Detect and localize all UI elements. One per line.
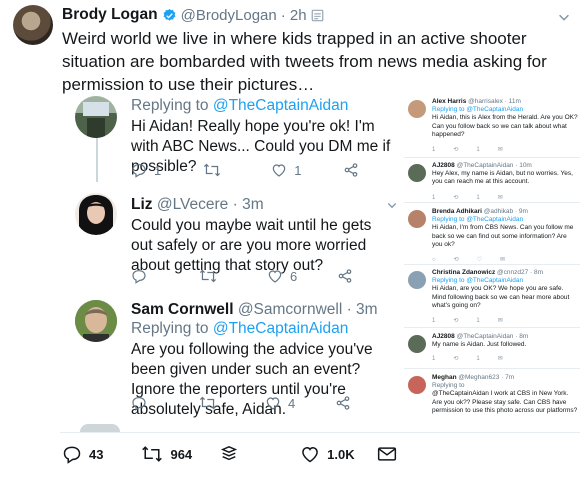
dm-button[interactable] xyxy=(220,444,238,464)
reply-count: 43 xyxy=(89,446,104,462)
mini-avatar xyxy=(408,164,426,182)
reply-header: Sam Cornwell @Samcornwell · 3m xyxy=(131,301,378,319)
like-count: 6 xyxy=(290,268,298,284)
like-button[interactable]: 4 xyxy=(265,395,295,411)
retweet-button[interactable] xyxy=(203,162,221,178)
verified-icon xyxy=(162,8,177,23)
reply-author-name[interactable]: Liz xyxy=(131,196,153,213)
reply-author-handle[interactable]: @LVecere xyxy=(157,196,228,213)
reply-icon xyxy=(131,395,147,411)
mini-avatar xyxy=(408,376,426,394)
reply-icon xyxy=(62,444,82,464)
reply-avatar xyxy=(80,424,120,432)
like-button[interactable]: 1.0K xyxy=(300,444,355,464)
replying-to-handle[interactable]: @TheCaptainAidan xyxy=(213,97,349,114)
envelope-icon xyxy=(377,445,397,463)
retweet-icon xyxy=(199,268,217,284)
divider xyxy=(404,157,580,158)
dm-icon xyxy=(220,444,238,464)
replying-to: Replying to @TheCaptainAidan xyxy=(131,320,349,337)
like-count: 1.0K xyxy=(327,446,355,462)
divider xyxy=(404,202,580,203)
reply-actions: 1 1 xyxy=(131,162,359,178)
reply-icon xyxy=(131,162,147,178)
author-avatar[interactable] xyxy=(13,5,53,45)
reply-time[interactable]: · 3m xyxy=(233,196,264,213)
retweet-button[interactable] xyxy=(199,395,217,411)
mini-avatar xyxy=(408,335,426,353)
author-handle[interactable]: @BrodyLogan xyxy=(181,7,277,24)
like-count: 4 xyxy=(288,395,296,411)
reply-actions: 6 xyxy=(131,268,353,284)
share-icon xyxy=(337,268,353,284)
retweet-button[interactable]: 964 xyxy=(141,444,192,464)
reply-icon xyxy=(131,268,147,284)
mini-avatar xyxy=(408,210,426,228)
reply-text: Could you maybe wait until he gets out s… xyxy=(131,217,372,274)
translate-icon[interactable] xyxy=(311,9,324,22)
retweet-count: 964 xyxy=(170,446,193,462)
like-icon xyxy=(300,444,320,464)
like-icon xyxy=(271,162,287,178)
like-button[interactable]: 6 xyxy=(267,268,297,284)
reply-author-name[interactable]: Sam Cornwell xyxy=(131,301,234,318)
like-count: 1 xyxy=(294,162,302,178)
retweet-icon xyxy=(199,395,217,411)
tweet-time[interactable]: · 2h xyxy=(281,7,307,24)
reply-button[interactable] xyxy=(131,395,147,411)
mini-avatar xyxy=(408,271,426,289)
share-icon xyxy=(335,395,351,411)
replying-to-handle[interactable]: @TheCaptainAidan xyxy=(213,320,349,337)
reply-header: Liz @LVecere · 3m xyxy=(131,196,264,214)
replying-to: Replying to @TheCaptainAidan xyxy=(131,97,349,114)
reply-avatar[interactable] xyxy=(75,193,117,235)
reply-actions: 4 xyxy=(131,395,351,411)
reply-button[interactable] xyxy=(131,268,147,284)
reply-button[interactable]: 1 xyxy=(131,162,161,178)
share-button[interactable] xyxy=(343,162,359,178)
reply-author-handle[interactable]: @Samcornwell xyxy=(238,301,342,318)
share-button[interactable] xyxy=(335,395,351,411)
author-name[interactable]: Brody Logan xyxy=(62,6,158,24)
mini-avatar xyxy=(408,100,426,118)
retweet-icon xyxy=(141,444,163,464)
reply-time[interactable]: · 3m xyxy=(347,301,378,318)
reply-avatar[interactable] xyxy=(75,300,117,342)
reply-button[interactable]: 43 xyxy=(62,444,103,464)
reply-avatar[interactable] xyxy=(75,96,117,138)
like-icon xyxy=(265,395,281,411)
retweet-icon xyxy=(203,162,221,178)
divider xyxy=(60,432,580,433)
share-button[interactable] xyxy=(337,268,353,284)
tweet-text: Weird world we live in where kids trappe… xyxy=(62,29,547,94)
share-icon xyxy=(343,162,359,178)
chevron-down-icon[interactable] xyxy=(557,10,571,24)
chevron-down-icon[interactable] xyxy=(386,199,398,211)
divider xyxy=(404,264,580,265)
tweet-header: Brody Logan @BrodyLogan · 2h xyxy=(62,6,324,24)
divider xyxy=(404,327,580,328)
retweet-button[interactable] xyxy=(199,268,217,284)
message-button[interactable] xyxy=(377,445,397,463)
tweet-actions: 43 964 1.0K xyxy=(62,444,397,464)
reply-count: 1 xyxy=(154,162,162,178)
like-icon xyxy=(267,268,283,284)
like-button[interactable]: 1 xyxy=(271,162,301,178)
divider xyxy=(404,368,580,369)
